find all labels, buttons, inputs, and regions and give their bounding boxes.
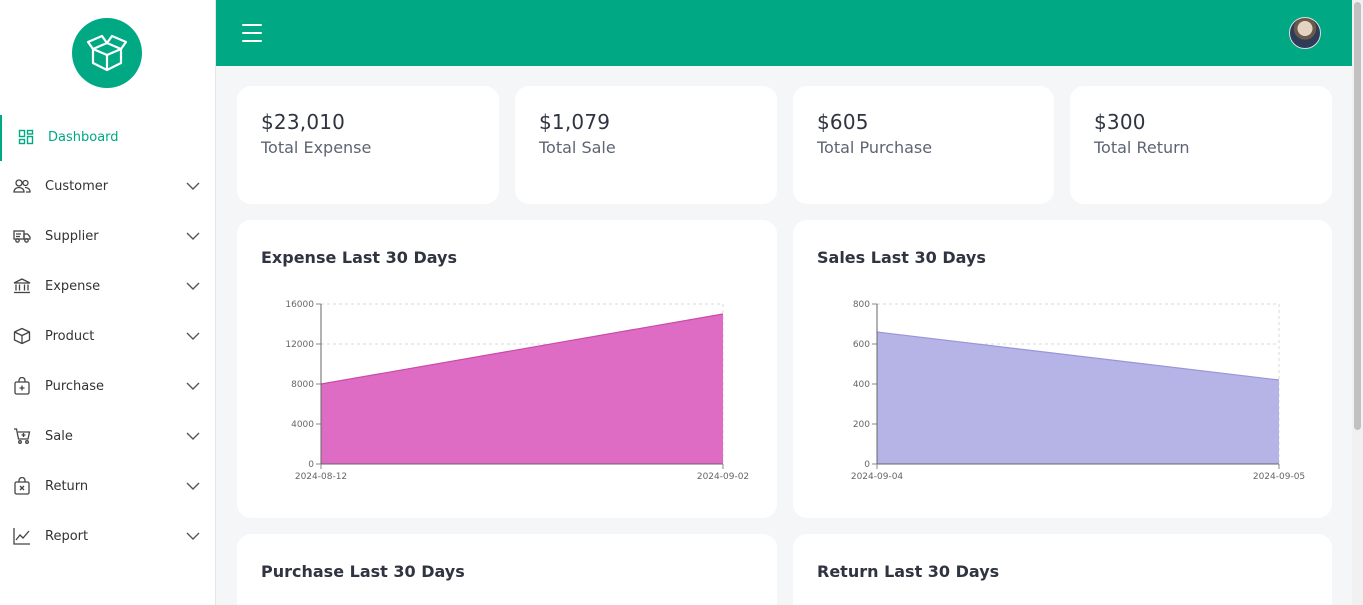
top-header	[216, 0, 1352, 66]
sidebar-item-label: Purchase	[45, 378, 105, 394]
sales-chart-panel: Sales Last 30 Days 0 200 400 600 800 2024-09-…	[793, 220, 1332, 518]
cart-icon	[12, 426, 32, 446]
dashboard-icon	[16, 127, 36, 147]
app-logo[interactable]	[72, 18, 142, 88]
expense-chart-panel: Expense Last 30 Days 0 4000 8000 12000 16000…	[237, 220, 777, 518]
x-tick-label: 2024-09-05	[1253, 472, 1305, 482]
y-tick-label: 4000	[291, 420, 314, 430]
chevron-down-icon	[186, 482, 200, 490]
chevron-down-icon	[186, 332, 200, 340]
panel-title: Return Last 30 Days	[817, 562, 1000, 581]
sidebar-item-label: Return	[45, 478, 89, 494]
stat-amount: $605	[817, 110, 869, 134]
stat-label: Total Purchase	[817, 138, 933, 157]
return-bag-icon	[12, 476, 32, 496]
sidebar-item-sale[interactable]: Sale	[0, 411, 216, 461]
stat-card-purchase: $605 Total Purchase	[793, 86, 1054, 204]
sidebar-item-label: Product	[45, 328, 95, 344]
panel-title: Purchase Last 30 Days	[261, 562, 465, 581]
box-icon	[12, 326, 32, 346]
sidebar-item-label: Supplier	[45, 228, 99, 244]
chevron-down-icon	[186, 532, 200, 540]
x-tick-label: 2024-09-02	[697, 472, 749, 482]
sidebar-item-report[interactable]: Report	[0, 511, 216, 561]
chevron-down-icon	[186, 182, 200, 190]
stat-amount: $300	[1094, 110, 1146, 134]
stat-card-expense: $23,010 Total Expense	[237, 86, 499, 204]
bag-icon	[12, 376, 32, 396]
stat-label: Total Sale	[539, 138, 616, 157]
sidebar-item-supplier[interactable]: Supplier	[0, 211, 216, 261]
sidebar-item-customer[interactable]: Customer	[0, 161, 216, 211]
sidebar-item-label: Report	[45, 528, 89, 544]
sidebar-nav: Dashboard Customer Supplier Expense Prod…	[0, 113, 216, 561]
sidebar: Dashboard Customer Supplier Expense Prod…	[0, 0, 216, 605]
sidebar-item-expense[interactable]: Expense	[0, 261, 216, 311]
stat-amount: $1,079	[539, 110, 611, 134]
purchase-chart-panel: Purchase Last 30 Days	[237, 534, 777, 605]
expense-area-chart: 0 4000 8000 12000 16000 2024-08-12 2024-09-02	[285, 300, 749, 482]
x-tick-label: 2024-09-04	[851, 472, 904, 482]
user-avatar[interactable]	[1289, 17, 1321, 49]
sidebar-item-label: Customer	[45, 178, 109, 194]
sidebar-item-label: Dashboard	[48, 129, 119, 145]
area-fill	[321, 314, 723, 464]
sidebar-item-product[interactable]: Product	[0, 311, 216, 361]
y-tick-label: 400	[853, 380, 870, 390]
sidebar-item-label: Sale	[45, 428, 73, 444]
sidebar-item-label: Expense	[45, 278, 101, 294]
y-tick-label: 16000	[285, 300, 314, 310]
return-chart-panel: Return Last 30 Days	[793, 534, 1332, 605]
sidebar-item-dashboard[interactable]: Dashboard	[0, 113, 216, 161]
menu-toggle-icon[interactable]	[242, 24, 262, 42]
y-tick-label: 200	[853, 420, 870, 430]
sidebar-item-purchase[interactable]: Purchase	[0, 361, 216, 411]
chevron-down-icon	[186, 282, 200, 290]
chevron-down-icon	[186, 432, 200, 440]
bank-icon	[12, 276, 32, 296]
chevron-down-icon	[186, 382, 200, 390]
truck-icon	[12, 226, 32, 246]
y-tick-label: 800	[853, 300, 870, 310]
x-tick-label: 2024-08-12	[295, 472, 347, 482]
y-tick-label: 0	[308, 460, 314, 470]
y-tick-label: 8000	[291, 380, 314, 390]
stat-card-return: $300 Total Return	[1070, 86, 1332, 204]
area-fill	[877, 332, 1279, 464]
scrollbar-thumb[interactable]	[1354, 2, 1361, 430]
sidebar-item-return[interactable]: Return	[0, 461, 216, 511]
y-tick-label: 0	[864, 460, 870, 470]
y-tick-label: 600	[853, 340, 870, 350]
sales-area-chart: 0 200 400 600 800 2024-09-04 2024-09-05	[851, 300, 1305, 482]
chevron-down-icon	[186, 232, 200, 240]
box-logo-icon	[86, 34, 128, 72]
chart-line-icon	[12, 526, 32, 546]
users-icon	[12, 176, 32, 196]
stat-amount: $23,010	[261, 110, 346, 134]
stat-label: Total Return	[1094, 138, 1190, 157]
page-scrollbar[interactable]	[1352, 0, 1363, 605]
stat-card-sale: $1,079 Total Sale	[515, 86, 777, 204]
stat-label: Total Expense	[261, 138, 372, 157]
y-tick-label: 12000	[285, 340, 314, 350]
